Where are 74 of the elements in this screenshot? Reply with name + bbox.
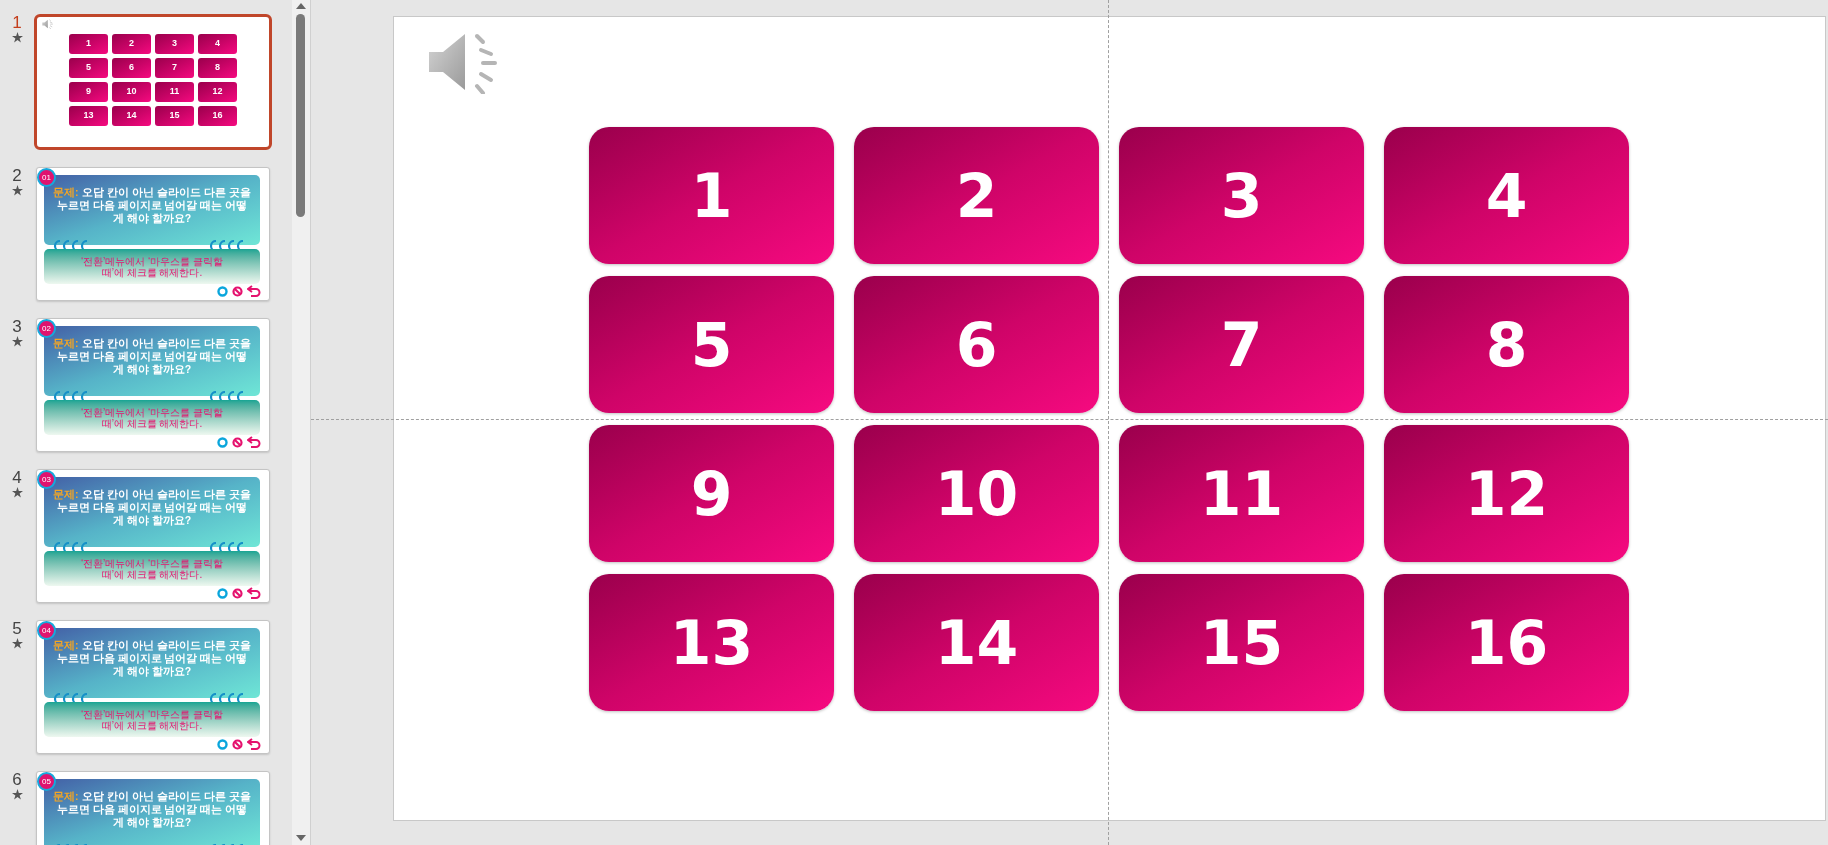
number-tile[interactable]: 4 (1384, 127, 1629, 264)
number-tile[interactable]: 2 (854, 127, 1099, 264)
number-tile: 6 (112, 58, 151, 78)
number-tile[interactable]: 11 (1119, 425, 1364, 562)
number-tile: 10 (112, 82, 151, 102)
undo-arrow-icon[interactable] (247, 738, 261, 750)
number-tile[interactable]: 14 (854, 574, 1099, 711)
slide-thumbnail[interactable]: 문제: 오답 칸이 아닌 슬라이드 다른 곳을 누르면 다음 페이지로 넘어갈 때는 어떻게 해야 할까요? 03 ‘전환’메뉴에서 ‘마우스를 클릭할 때’에 체크를 해제한다. (36, 469, 270, 603)
slide-number: 5 (12, 620, 22, 638)
number-tile: 5 (69, 58, 108, 78)
slide-number: 2 (12, 167, 22, 185)
number-tile[interactable]: 9 (589, 425, 834, 562)
circle-icon[interactable] (217, 588, 228, 599)
number-badge: 05 (37, 772, 56, 791)
undo-arrow-icon[interactable] (247, 285, 261, 297)
number-badge: 03 (37, 470, 56, 489)
slide-number: 1 (12, 14, 22, 32)
slide-thumbnail[interactable]: 문제: 오답 칸이 아닌 슬라이드 다른 곳을 누르면 다음 페이지로 넘어갈 때는 어떻게 해야 할까요? 02 ‘전환’메뉴에서 ‘마우스를 클릭할 때’에 체크를 해제한다. (36, 318, 270, 452)
number-badge: 04 (37, 621, 56, 640)
prohibited-icon[interactable] (232, 286, 243, 297)
answer-text: ‘전환’메뉴에서 ‘마우스를 클릭할 때’에 체크를 해제한다. (79, 255, 225, 278)
slide-thumbnail[interactable]: 문제: 오답 칸이 아닌 슬라이드 다른 곳을 누르면 다음 페이지로 넘어갈 때는 어떻게 해야 할까요? 01 ‘전환’메뉴에서 ‘마우스를 클릭할 때’에 체크를 해제한다. (36, 167, 270, 301)
question-text: 문제: 오답 칸이 아닌 슬라이드 다른 곳을 누르면 다음 페이지로 넘어갈 때는 어떻게 해야 할까요? (52, 639, 252, 678)
number-tile[interactable]: 12 (1384, 425, 1629, 562)
number-tile[interactable]: 5 (589, 276, 834, 413)
scroll-bar[interactable] (292, 0, 311, 845)
slide-number: 4 (12, 469, 22, 487)
answer-text: ‘전환’메뉴에서 ‘마우스를 클릭할 때’에 체크를 해제한다. (79, 406, 225, 429)
slide-thumbnail[interactable]: 문제: 오답 칸이 아닌 슬라이드 다른 곳을 누르면 다음 페이지로 넘어갈 때는 어떻게 해야 할까요? 04 ‘전환’메뉴에서 ‘마우스를 클릭할 때’에 체크를 해제한다. (36, 620, 270, 754)
number-tile[interactable]: 8 (1384, 276, 1629, 413)
scroll-thumb[interactable] (296, 14, 305, 217)
number-tile: 14 (112, 106, 151, 126)
circle-icon[interactable] (217, 286, 228, 297)
question-text: 문제: 오답 칸이 아닌 슬라이드 다른 곳을 누르면 다음 페이지로 넘어갈 때는 어떻게 해야 할까요? (52, 337, 252, 376)
number-tile: 7 (155, 58, 194, 78)
number-badge: 02 (37, 319, 56, 338)
number-tile[interactable]: 16 (1384, 574, 1629, 711)
prohibited-icon[interactable] (232, 437, 243, 448)
number-tile: 16 (198, 106, 237, 126)
answer-text: ‘전환’메뉴에서 ‘마우스를 클릭할 때’에 체크를 해제한다. (79, 557, 225, 580)
slide-thumbnail[interactable]: 1 2 3 4 5 6 7 8 9 10 11 12 13 14 15 16 (34, 14, 272, 150)
question-text: 문제: 오답 칸이 아닌 슬라이드 다른 곳을 누르면 다음 페이지로 넘어갈 때는 어떻게 해야 할까요? (52, 488, 252, 527)
number-tile: 9 (69, 82, 108, 102)
number-tile[interactable]: 1 (589, 127, 834, 264)
question-text: 문제: 오답 칸이 아닌 슬라이드 다른 곳을 누르면 다음 페이지로 넘어갈 때는 어떻게 해야 할까요? (52, 790, 252, 829)
slide-number: 6 (12, 771, 22, 789)
undo-arrow-icon[interactable] (247, 587, 261, 599)
answer-text: ‘전환’메뉴에서 ‘마우스를 클릭할 때’에 체크를 해제한다. (79, 708, 225, 731)
prohibited-icon[interactable] (232, 739, 243, 750)
number-tile: 12 (198, 82, 237, 102)
number-tile: 13 (69, 106, 108, 126)
number-tile[interactable]: 10 (854, 425, 1099, 562)
prohibited-icon[interactable] (232, 588, 243, 599)
number-tile: 11 (155, 82, 194, 102)
number-tile: 2 (112, 34, 151, 54)
scroll-down-icon[interactable] (296, 834, 306, 842)
scroll-up-icon[interactable] (296, 2, 306, 10)
number-tile: 1 (69, 34, 108, 54)
number-tile: 15 (155, 106, 194, 126)
number-tile[interactable]: 15 (1119, 574, 1364, 711)
undo-arrow-icon[interactable] (247, 436, 261, 448)
circle-icon[interactable] (217, 437, 228, 448)
number-tile[interactable]: 6 (854, 276, 1099, 413)
circle-icon[interactable] (217, 739, 228, 750)
question-text: 문제: 오답 칸이 아닌 슬라이드 다른 곳을 누르면 다음 페이지로 넘어갈 때는 어떻게 해야 할까요? (52, 186, 252, 225)
number-tile[interactable]: 13 (589, 574, 834, 711)
number-tile[interactable]: 3 (1119, 127, 1364, 264)
slide-thumbnail[interactable]: 문제: 오답 칸이 아닌 슬라이드 다른 곳을 누르면 다음 페이지로 넘어갈 때는 어떻게 해야 할까요? 05 (36, 771, 270, 845)
number-tile[interactable]: 7 (1119, 276, 1364, 413)
number-tile: 8 (198, 58, 237, 78)
number-tile: 4 (198, 34, 237, 54)
slide-number: 3 (12, 318, 22, 336)
number-badge: 01 (37, 168, 56, 187)
number-tile: 3 (155, 34, 194, 54)
